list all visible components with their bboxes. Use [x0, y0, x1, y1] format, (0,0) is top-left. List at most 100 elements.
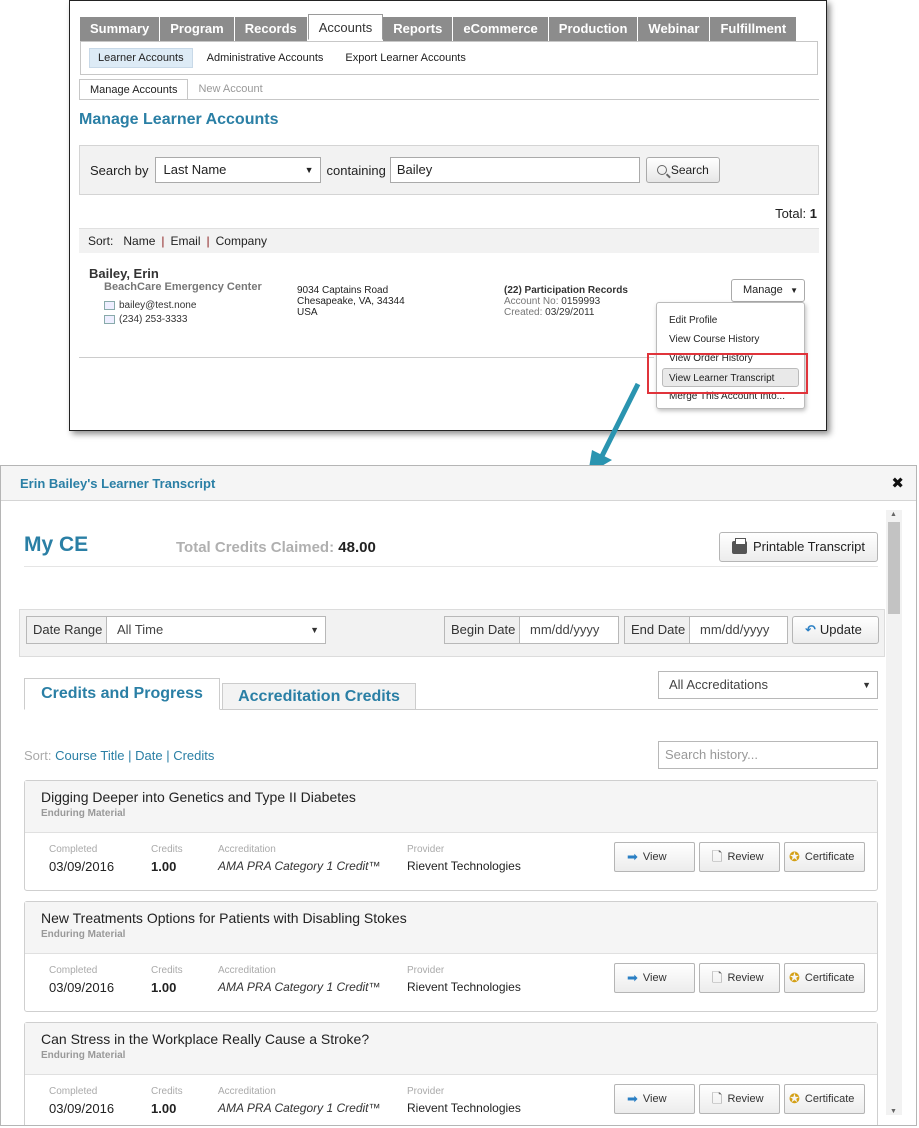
credits-column: Credits 1.00	[151, 1086, 183, 1116]
view-button[interactable]: ➡ View	[614, 842, 695, 872]
manage-dropdown-button[interactable]: Manage ▼	[731, 279, 805, 302]
tab-new-account[interactable]: New Account	[188, 79, 272, 100]
learner-phone: (234) 253-3333	[104, 314, 187, 325]
printable-transcript-button[interactable]: Printable Transcript	[719, 532, 878, 562]
tab-manage-accounts[interactable]: Manage Accounts	[79, 79, 189, 100]
search-button-label: Search	[670, 163, 709, 177]
manage-button-label: Manage	[743, 284, 783, 296]
tab-accounts[interactable]: Accounts	[307, 14, 384, 40]
course-card: Can Stress in the Workplace Really Cause…	[24, 1022, 878, 1125]
modal-title: Erin Bailey's Learner Transcript	[20, 476, 216, 491]
certificate-button[interactable]: ✪ Certificate	[784, 963, 865, 993]
learner-name[interactable]: Bailey, Erin	[89, 266, 159, 281]
update-button[interactable]: ↶ Update	[792, 616, 879, 644]
tab-reports[interactable]: Reports	[383, 17, 454, 41]
address-line-2: Chesapeake, VA, 34344	[297, 296, 405, 307]
address-line-3: USA	[297, 307, 318, 318]
menu-edit-profile[interactable]: Edit Profile	[657, 311, 804, 330]
caret-down-icon: ▼	[790, 286, 798, 295]
completed-label: Completed	[49, 965, 98, 976]
sort-email-link[interactable]: Email	[171, 234, 201, 248]
tab-program[interactable]: Program	[160, 17, 235, 41]
search-by-label: Search by	[90, 162, 149, 178]
search-button[interactable]: Search	[645, 157, 720, 183]
begin-date-input[interactable]: mm/dd/yyyy	[519, 616, 619, 644]
completed-column: Completed 03/09/2016	[49, 1086, 114, 1116]
subnav-learner-accounts[interactable]: Learner Accounts	[89, 48, 193, 68]
accreditation-value: AMA PRA Category 1 Credit™	[218, 859, 381, 873]
course-title: Can Stress in the Workplace Really Cause…	[41, 1031, 370, 1047]
total-credits-value: 48.00	[338, 539, 376, 556]
date-range-label: Date Range	[26, 616, 110, 644]
provider-value: Rievent Technologies	[407, 980, 521, 994]
scroll-up-icon[interactable]: ▲	[890, 511, 897, 518]
tab-fulfillment[interactable]: Fulfillment	[710, 17, 798, 41]
total-label: Total:	[775, 206, 807, 221]
sort-company-link[interactable]: Company	[216, 234, 267, 248]
page-title: My CE	[24, 533, 89, 556]
menu-view-order-history[interactable]: View Order History	[657, 349, 804, 368]
accreditation-label: Accreditation	[218, 1086, 276, 1097]
subnav-administrative-accounts[interactable]: Administrative Accounts	[199, 49, 332, 67]
tab-summary[interactable]: Summary	[80, 17, 161, 41]
learner-address: 9034 Captains Road Chesapeake, VA, 34344…	[297, 285, 405, 318]
learner-transcript-modal: Erin Bailey's Learner Transcript ✖ ▲ ▼ M…	[0, 465, 917, 1126]
search-field-select[interactable]: Last Name ▼	[154, 157, 321, 183]
provider-column: Provider Rievent Technologies	[407, 844, 521, 873]
course-card-header: New Treatments Options for Patients with…	[25, 902, 877, 954]
page-title: Manage Learner Accounts	[79, 111, 279, 128]
accreditation-value: AMA PRA Category 1 Credit™	[218, 980, 381, 994]
menu-view-learner-transcript[interactable]: View Learner Transcript	[662, 368, 799, 387]
credits-label: Credits	[151, 965, 183, 976]
end-date-input[interactable]: mm/dd/yyyy	[689, 616, 788, 644]
tab-webinar[interactable]: Webinar	[638, 17, 711, 41]
provider-label: Provider	[407, 844, 445, 855]
view-button[interactable]: ➡ View	[614, 963, 695, 993]
date-range-select[interactable]: All Time ▼	[106, 616, 326, 644]
divider	[79, 357, 654, 358]
sort-date-link[interactable]: Date	[135, 748, 162, 763]
tab-credits-and-progress[interactable]: Credits and Progress	[24, 678, 220, 710]
date-range-value: All Time	[117, 622, 164, 637]
scrollbar[interactable]: ▲ ▼	[886, 510, 902, 1115]
sort-course-title-link[interactable]: Course Title	[55, 748, 124, 763]
tab-accreditation-credits[interactable]: Accreditation Credits	[222, 683, 416, 710]
certificate-button-label: Certificate	[804, 851, 855, 863]
accreditation-filter-select[interactable]: All Accreditations ▼	[658, 671, 878, 699]
address-line-1: 9034 Captains Road	[297, 285, 389, 296]
menu-view-course-history[interactable]: View Course History	[657, 330, 804, 349]
credits-value: 1.00	[151, 980, 177, 995]
sort-credits-link[interactable]: Credits	[173, 748, 214, 763]
view-button[interactable]: ➡ View	[614, 1084, 695, 1114]
tab-production[interactable]: Production	[548, 17, 639, 41]
view-button-label: View	[642, 851, 667, 863]
tab-records[interactable]: Records	[234, 17, 308, 41]
total-credits: Total Credits Claimed: 48.00	[176, 539, 376, 556]
menu-merge-account[interactable]: Merge This Account Into...	[657, 387, 804, 406]
history-search-input[interactable]: Search history...	[658, 741, 878, 769]
tab-ecommerce[interactable]: eCommerce	[453, 17, 549, 41]
course-title: New Treatments Options for Patients with…	[41, 910, 407, 926]
participation-records-link[interactable]: (22) Participation Records	[504, 285, 628, 296]
review-button[interactable]: 🗋 Review	[699, 842, 780, 872]
review-button[interactable]: 🗋 Review	[699, 963, 780, 993]
close-icon[interactable]: ✖	[891, 474, 904, 492]
review-button[interactable]: 🗋 Review	[699, 1084, 780, 1114]
learner-phone-value: (234) 253-3333	[119, 314, 188, 325]
scroll-down-icon[interactable]: ▼	[890, 1108, 897, 1115]
view-button-label: View	[642, 972, 667, 984]
search-input[interactable]: Bailey	[389, 157, 640, 183]
completed-value: 03/09/2016	[49, 859, 115, 874]
accreditation-column: Accreditation AMA PRA Category 1 Credit™	[218, 965, 381, 994]
scroll-thumb[interactable]	[888, 522, 900, 614]
accreditation-column: Accreditation AMA PRA Category 1 Credit™	[218, 844, 381, 873]
sort-name-link[interactable]: Name	[123, 234, 155, 248]
phone-icon	[104, 315, 115, 324]
view-button-label: View	[642, 1093, 667, 1105]
refresh-icon: ↶	[805, 622, 816, 637]
subnav-export-learner-accounts[interactable]: Export Learner Accounts	[337, 49, 473, 67]
search-panel: Search by Last Name ▼ containing Bailey …	[79, 145, 819, 195]
certificate-button[interactable]: ✪ Certificate	[784, 1084, 865, 1114]
search-icon	[656, 165, 667, 175]
certificate-button[interactable]: ✪ Certificate	[784, 842, 865, 872]
